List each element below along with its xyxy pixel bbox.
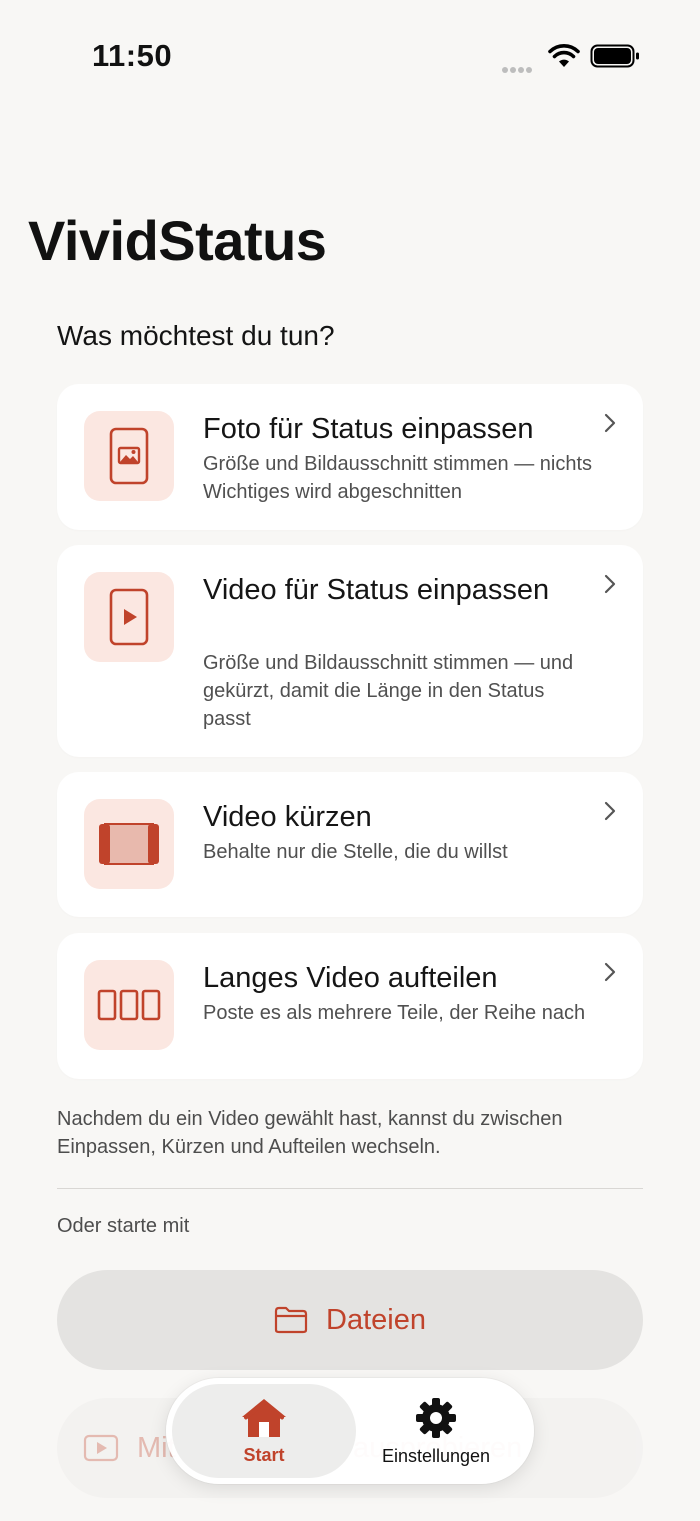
chevron-right-icon [604,413,616,433]
tab-settings[interactable]: Einstellungen [346,1384,526,1478]
info-text: Nachdem du ein Video gewählt hast, kanns… [57,1108,563,1158]
subheading: Oder starte mit [57,1215,190,1237]
card-trim-video[interactable]: Video kürzen Behalte nur die Stelle, die… [57,772,643,917]
photo-portrait-icon [84,411,174,501]
folder-icon [274,1306,308,1334]
play-rectangle-icon [83,1434,119,1462]
chevron-right-icon [604,574,616,594]
divider [57,1188,643,1189]
video-portrait-icon [84,572,174,662]
card-description: Größe und Bildausschnitt stimmen — nicht… [203,453,593,503]
card-description: Poste es als mehrere Teile, der Reihe na… [203,1002,586,1024]
card-title: Video für Status einpassen [203,574,550,606]
tab-bar: Start Einstellungen [166,1378,534,1484]
tab-label: Start [243,1444,285,1465]
tab-label: Einstellungen [381,1445,491,1466]
status-bar: 11:50 [0,0,700,110]
gear-icon [416,1397,456,1438]
tab-start[interactable]: Start [172,1384,356,1478]
card-fit-video[interactable]: Video für Status einpassen Größe und Bil… [57,545,643,757]
card-description: Größe und Bildausschnitt stimmen — und g… [203,652,574,730]
card-split-video[interactable]: Langes Video aufteilen Poste es als mehr… [57,933,643,1079]
status-time: 11:50 [92,38,173,73]
card-description: Behalte nur die Stelle, die du willst [203,841,508,863]
section-heading: Was möchtest du tun? [57,320,335,351]
trim-icon [84,799,174,889]
cellular-signal-icon [502,60,538,73]
battery-icon [590,44,639,68]
card-title: Video kürzen [203,801,372,833]
app-title: VividStatus [28,209,327,272]
house-icon [242,1398,286,1437]
files-button[interactable]: Dateien [57,1270,643,1370]
wifi-icon [548,44,580,67]
chevron-right-icon [604,962,616,982]
card-title: Foto für Status einpassen [203,413,534,445]
card-title: Langes Video aufteilen [203,962,498,994]
split-icon [84,960,174,1050]
files-button-label: Dateien [326,1303,426,1336]
chevron-right-icon [604,801,616,821]
card-fit-photo[interactable]: Foto für Status einpassen Größe und Bild… [57,384,643,530]
